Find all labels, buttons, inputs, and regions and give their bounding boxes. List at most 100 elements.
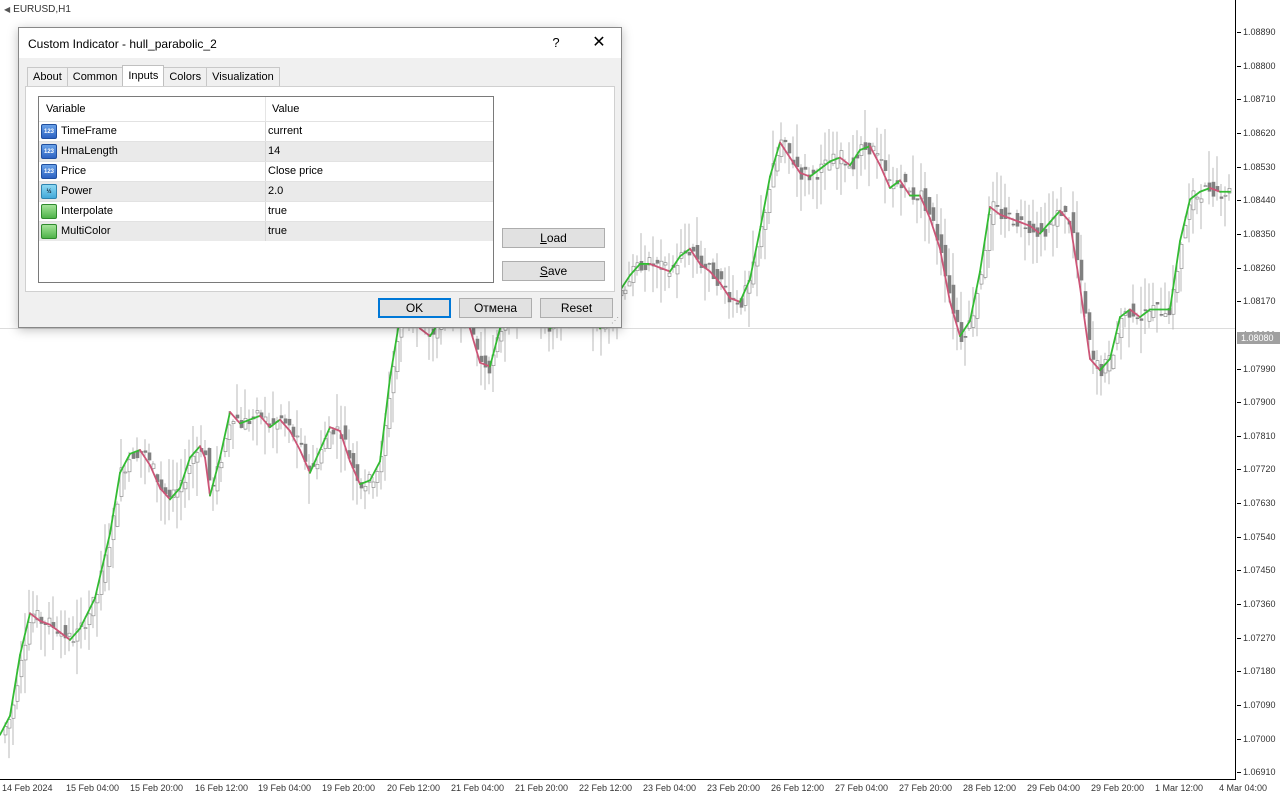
candle-body xyxy=(115,503,120,527)
cancel-button[interactable]: Отмена xyxy=(459,298,532,318)
input-value[interactable]: Close price xyxy=(268,165,323,177)
save-rest: ave xyxy=(547,264,568,278)
price-tick-mark xyxy=(1237,166,1241,168)
price-tick-mark xyxy=(1237,402,1241,404)
time-tick-label: 19 Feb 04:00 xyxy=(258,783,312,793)
candle-body xyxy=(883,160,888,171)
inputs-grid[interactable]: Variable Value 123 TimeFrame current 123 Hma… xyxy=(38,96,494,283)
candle-body xyxy=(915,198,920,201)
candle-body xyxy=(471,327,476,335)
row-divider xyxy=(265,142,266,161)
time-tick-label: 16 Feb 12:00 xyxy=(195,783,249,793)
bool-type-icon xyxy=(41,204,57,219)
candle-body xyxy=(335,426,340,430)
price-tick-label: 1.06910 xyxy=(1243,767,1276,778)
candle-body xyxy=(187,465,192,474)
time-axis[interactable]: 14 Feb 2024 15 Feb 04:00 15 Feb 20:00 16 Fe… xyxy=(0,780,1267,800)
current-price-label: 1.08080 xyxy=(1237,332,1280,344)
candle-body xyxy=(827,162,832,171)
tab-visualization[interactable]: Visualization xyxy=(206,67,280,86)
input-row[interactable]: ½ Power 2.0 xyxy=(39,181,493,201)
candle-body xyxy=(963,336,968,338)
int-type-icon: 123 xyxy=(41,124,57,139)
candle-body xyxy=(7,719,12,729)
candle-body xyxy=(847,165,852,169)
candle-body xyxy=(1139,318,1144,321)
candle-body xyxy=(1207,182,1212,192)
custom-indicator-dialog: Custom Indicator - hull_parabolic_2 ? ✕ … xyxy=(18,27,622,328)
help-button[interactable]: ? xyxy=(547,32,565,54)
candle-body xyxy=(283,418,288,424)
candle-body xyxy=(783,139,788,143)
candle-body xyxy=(971,315,976,328)
save-mnemonic: S xyxy=(539,264,548,278)
price-tick-mark xyxy=(1237,99,1241,101)
candle-body xyxy=(319,449,324,464)
candle-body xyxy=(1163,313,1168,317)
row-divider xyxy=(265,182,266,201)
candle-body xyxy=(1071,212,1076,234)
double-type-icon: ½ xyxy=(41,184,57,199)
save-button[interactable]: Save xyxy=(502,261,605,281)
price-tick-mark xyxy=(1237,301,1241,303)
candle-body xyxy=(815,177,820,180)
tab-common[interactable]: Common xyxy=(66,67,124,86)
time-tick-label: 19 Feb 20:00 xyxy=(322,783,376,793)
candle-body xyxy=(723,285,728,288)
tab-inputs[interactable]: Inputs xyxy=(122,65,165,86)
ok-button[interactable]: OK xyxy=(378,298,451,318)
candle-body xyxy=(911,187,916,200)
input-value[interactable]: current xyxy=(268,125,302,137)
price-axis[interactable]: 1.08890 1.08800 1.08710 1.08620 1.08530 1.084… xyxy=(1237,0,1280,780)
reset-button[interactable]: Reset xyxy=(540,298,613,318)
load-button[interactable]: Load xyxy=(502,228,605,248)
tab-colors[interactable]: Colors xyxy=(163,67,208,86)
candle-body xyxy=(287,418,292,426)
time-tick-label: 14 Feb 2024 xyxy=(2,783,53,793)
price-tick-label: 1.08800 xyxy=(1243,60,1276,71)
candle-body xyxy=(1007,212,1012,215)
input-value[interactable]: 14 xyxy=(268,145,280,157)
candle-body xyxy=(1195,196,1200,200)
input-row[interactable]: 123 HmaLength 14 xyxy=(39,141,493,161)
candle-body xyxy=(687,251,692,256)
input-row[interactable]: Interpolate true xyxy=(39,201,493,221)
time-tick-label: 22 Feb 12:00 xyxy=(579,783,633,793)
candle-body xyxy=(127,459,132,473)
candle-body xyxy=(123,471,128,474)
candle-body xyxy=(391,366,396,394)
input-value[interactable]: true xyxy=(268,205,287,217)
candle-body xyxy=(1083,291,1088,314)
candle-body xyxy=(231,421,236,425)
candle-body xyxy=(479,355,484,362)
time-tick-label: 15 Feb 20:00 xyxy=(130,783,184,793)
input-row[interactable]: MultiColor true xyxy=(39,221,493,241)
candle-body xyxy=(327,431,332,449)
time-tick-label: 28 Feb 12:00 xyxy=(963,783,1017,793)
price-tick-label: 1.07900 xyxy=(1243,397,1276,408)
close-button[interactable]: ✕ xyxy=(585,32,613,54)
input-row[interactable]: 123 Price Close price xyxy=(39,161,493,181)
symbol-triangle-icon: ◀ xyxy=(4,5,11,14)
candle-body xyxy=(1147,310,1152,322)
tab-about[interactable]: About xyxy=(27,67,68,86)
input-value[interactable]: 2.0 xyxy=(268,185,283,197)
candle-body xyxy=(363,486,368,492)
column-header-variable[interactable]: Variable xyxy=(46,103,86,115)
candle-body xyxy=(191,455,196,464)
dialog-title-bar[interactable]: Custom Indicator - hull_parabolic_2 ? ✕ xyxy=(19,28,621,58)
candle-body xyxy=(1155,302,1160,305)
price-tick-mark xyxy=(1237,132,1241,134)
resize-grip-icon[interactable]: ⋰ xyxy=(611,316,619,325)
candle-body xyxy=(1219,196,1224,199)
input-row[interactable]: 123 TimeFrame current xyxy=(39,121,493,141)
price-tick-label: 1.07810 xyxy=(1243,430,1276,441)
candle-body xyxy=(1119,318,1124,338)
price-tick-mark xyxy=(1237,200,1241,202)
hull-ma-segment xyxy=(309,449,321,474)
price-tick-label: 1.07990 xyxy=(1243,363,1276,374)
input-value[interactable]: true xyxy=(268,225,287,237)
column-header-value[interactable]: Value xyxy=(272,103,299,115)
price-tick-label: 1.08530 xyxy=(1243,161,1276,172)
candle-body xyxy=(623,289,628,294)
